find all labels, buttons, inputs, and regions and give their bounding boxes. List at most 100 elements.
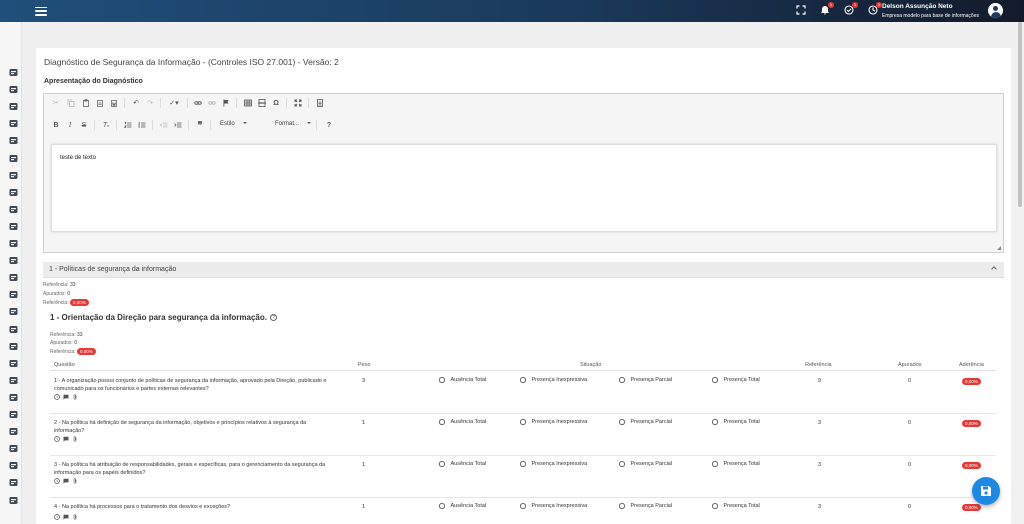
grid-icon[interactable] xyxy=(9,171,18,180)
outdent-icon[interactable] xyxy=(159,120,169,130)
spellcheck-icon[interactable]: ✓▾ xyxy=(167,98,181,108)
bell-icon[interactable]: 1 xyxy=(819,2,834,16)
situacao-option[interactable]: Ausência Total xyxy=(439,377,486,383)
radio-button[interactable] xyxy=(439,419,445,425)
remove-format-icon[interactable]: Tx xyxy=(101,120,111,130)
situacao-option[interactable]: Ausência Total xyxy=(439,503,486,509)
redo-icon[interactable]: ↷ xyxy=(145,98,155,108)
list-icon[interactable] xyxy=(9,444,18,453)
radio-button[interactable] xyxy=(520,377,526,383)
radio-button[interactable] xyxy=(520,419,526,425)
radio-button[interactable] xyxy=(619,461,625,467)
timer-icon[interactable]: 1 xyxy=(867,2,882,16)
situacao-option[interactable]: Presença Total xyxy=(712,419,760,425)
attachment-icon[interactable] xyxy=(72,478,78,484)
undo-icon[interactable]: ↶ xyxy=(131,98,141,108)
clipboard-icon[interactable] xyxy=(9,342,18,351)
avatar[interactable] xyxy=(988,3,1003,18)
situacao-option[interactable]: Presença Total xyxy=(712,377,760,383)
cancel-icon[interactable] xyxy=(9,325,18,334)
horizontal-line-icon[interactable] xyxy=(257,98,267,108)
blockquote-icon[interactable]: ❞ xyxy=(195,120,205,130)
store-icon[interactable] xyxy=(9,154,18,163)
situacao-option[interactable]: Ausência Total xyxy=(439,461,486,467)
history-icon[interactable] xyxy=(54,514,60,520)
bulleted-list-icon[interactable] xyxy=(137,120,147,130)
radio-button[interactable] xyxy=(439,377,445,383)
paste-word-icon[interactable] xyxy=(109,98,119,108)
radio-button[interactable] xyxy=(712,461,718,467)
shield-icon[interactable] xyxy=(9,359,18,368)
situacao-option[interactable]: Presença Inexpressiva xyxy=(520,503,587,509)
situacao-option[interactable]: Presença Parcial xyxy=(619,419,672,425)
help-icon[interactable]: ? xyxy=(324,120,334,130)
situacao-option[interactable]: Presença Inexpressiva xyxy=(520,461,587,467)
strikethrough-icon[interactable]: S xyxy=(79,120,89,130)
situacao-option[interactable]: Ausência Total xyxy=(439,419,486,425)
book-icon[interactable] xyxy=(9,136,18,145)
store-icon[interactable] xyxy=(9,68,18,77)
radio-button[interactable] xyxy=(619,503,625,509)
copy-icon[interactable] xyxy=(66,98,76,108)
situacao-option[interactable]: Presença Parcial xyxy=(619,377,672,383)
radio-button[interactable] xyxy=(712,503,718,509)
link-icon[interactable] xyxy=(9,496,18,505)
history-icon[interactable] xyxy=(54,478,60,484)
save-button[interactable] xyxy=(972,477,1000,505)
history-icon[interactable] xyxy=(54,436,60,442)
situacao-option[interactable]: Presença Parcial xyxy=(619,461,672,467)
account-icon[interactable] xyxy=(9,256,18,265)
mail-icon[interactable] xyxy=(9,222,18,231)
diamond-icon[interactable] xyxy=(9,85,18,94)
radio-button[interactable] xyxy=(712,377,718,383)
maximize-icon[interactable] xyxy=(293,98,303,108)
anchor-flag-icon[interactable] xyxy=(221,98,231,108)
special-char-icon[interactable]: Ω xyxy=(271,98,281,108)
source-icon[interactable] xyxy=(315,98,325,108)
editor-content-area[interactable]: teste de texto xyxy=(51,144,997,232)
numbered-list-icon[interactable] xyxy=(123,120,133,130)
situacao-option[interactable]: Presença Total xyxy=(712,503,760,509)
indent-icon[interactable] xyxy=(173,120,183,130)
headset-icon[interactable] xyxy=(9,102,18,111)
shield-icon[interactable] xyxy=(9,393,18,402)
cut-icon[interactable]: ✂ xyxy=(51,98,61,108)
radio-button[interactable] xyxy=(520,503,526,509)
comment-icon[interactable] xyxy=(63,478,69,484)
situacao-option[interactable]: Presença Inexpressiva xyxy=(520,377,587,383)
check-circle-icon[interactable]: 1 xyxy=(843,2,858,16)
page-scrollbar[interactable] xyxy=(1016,22,1024,524)
situacao-option[interactable]: Presença Total xyxy=(712,461,760,467)
table-icon[interactable] xyxy=(243,98,253,108)
help-icon[interactable]: ? xyxy=(269,314,277,322)
resize-handle[interactable] xyxy=(997,246,1001,250)
radio-button[interactable] xyxy=(520,461,526,467)
dashboard-icon[interactable] xyxy=(9,273,18,282)
radio-button[interactable] xyxy=(619,419,625,425)
forum-icon[interactable] xyxy=(9,461,18,470)
radio-button[interactable] xyxy=(712,419,718,425)
situacao-option[interactable]: Presença Inexpressiva xyxy=(520,419,587,425)
group-icon[interactable] xyxy=(9,119,18,128)
scrollbar-thumb[interactable] xyxy=(1018,22,1022,207)
grid-icon[interactable] xyxy=(9,307,18,316)
radio-button[interactable] xyxy=(619,377,625,383)
radio-button[interactable] xyxy=(439,503,445,509)
comment-icon[interactable] xyxy=(63,394,69,400)
font-icon[interactable] xyxy=(9,427,18,436)
menu-icon[interactable] xyxy=(35,6,47,16)
format-dropdown[interactable]: Format... xyxy=(275,121,312,127)
attachment-icon[interactable] xyxy=(72,436,78,442)
link-icon[interactable] xyxy=(193,98,203,108)
shield-check-icon[interactable] xyxy=(9,188,18,197)
style-dropdown[interactable]: Estilo xyxy=(220,121,247,127)
attachment-icon[interactable] xyxy=(72,394,78,400)
comment-icon[interactable] xyxy=(63,514,69,520)
attachment-icon[interactable] xyxy=(72,514,78,520)
paste-icon[interactable] xyxy=(81,98,91,108)
fullscreen-icon[interactable] xyxy=(795,4,807,16)
forum-icon[interactable] xyxy=(9,478,18,487)
info-icon[interactable] xyxy=(9,205,18,214)
accordion-header[interactable]: 1 - Políticas de segurança da informação xyxy=(43,262,1004,278)
dashboard-icon[interactable] xyxy=(9,290,18,299)
